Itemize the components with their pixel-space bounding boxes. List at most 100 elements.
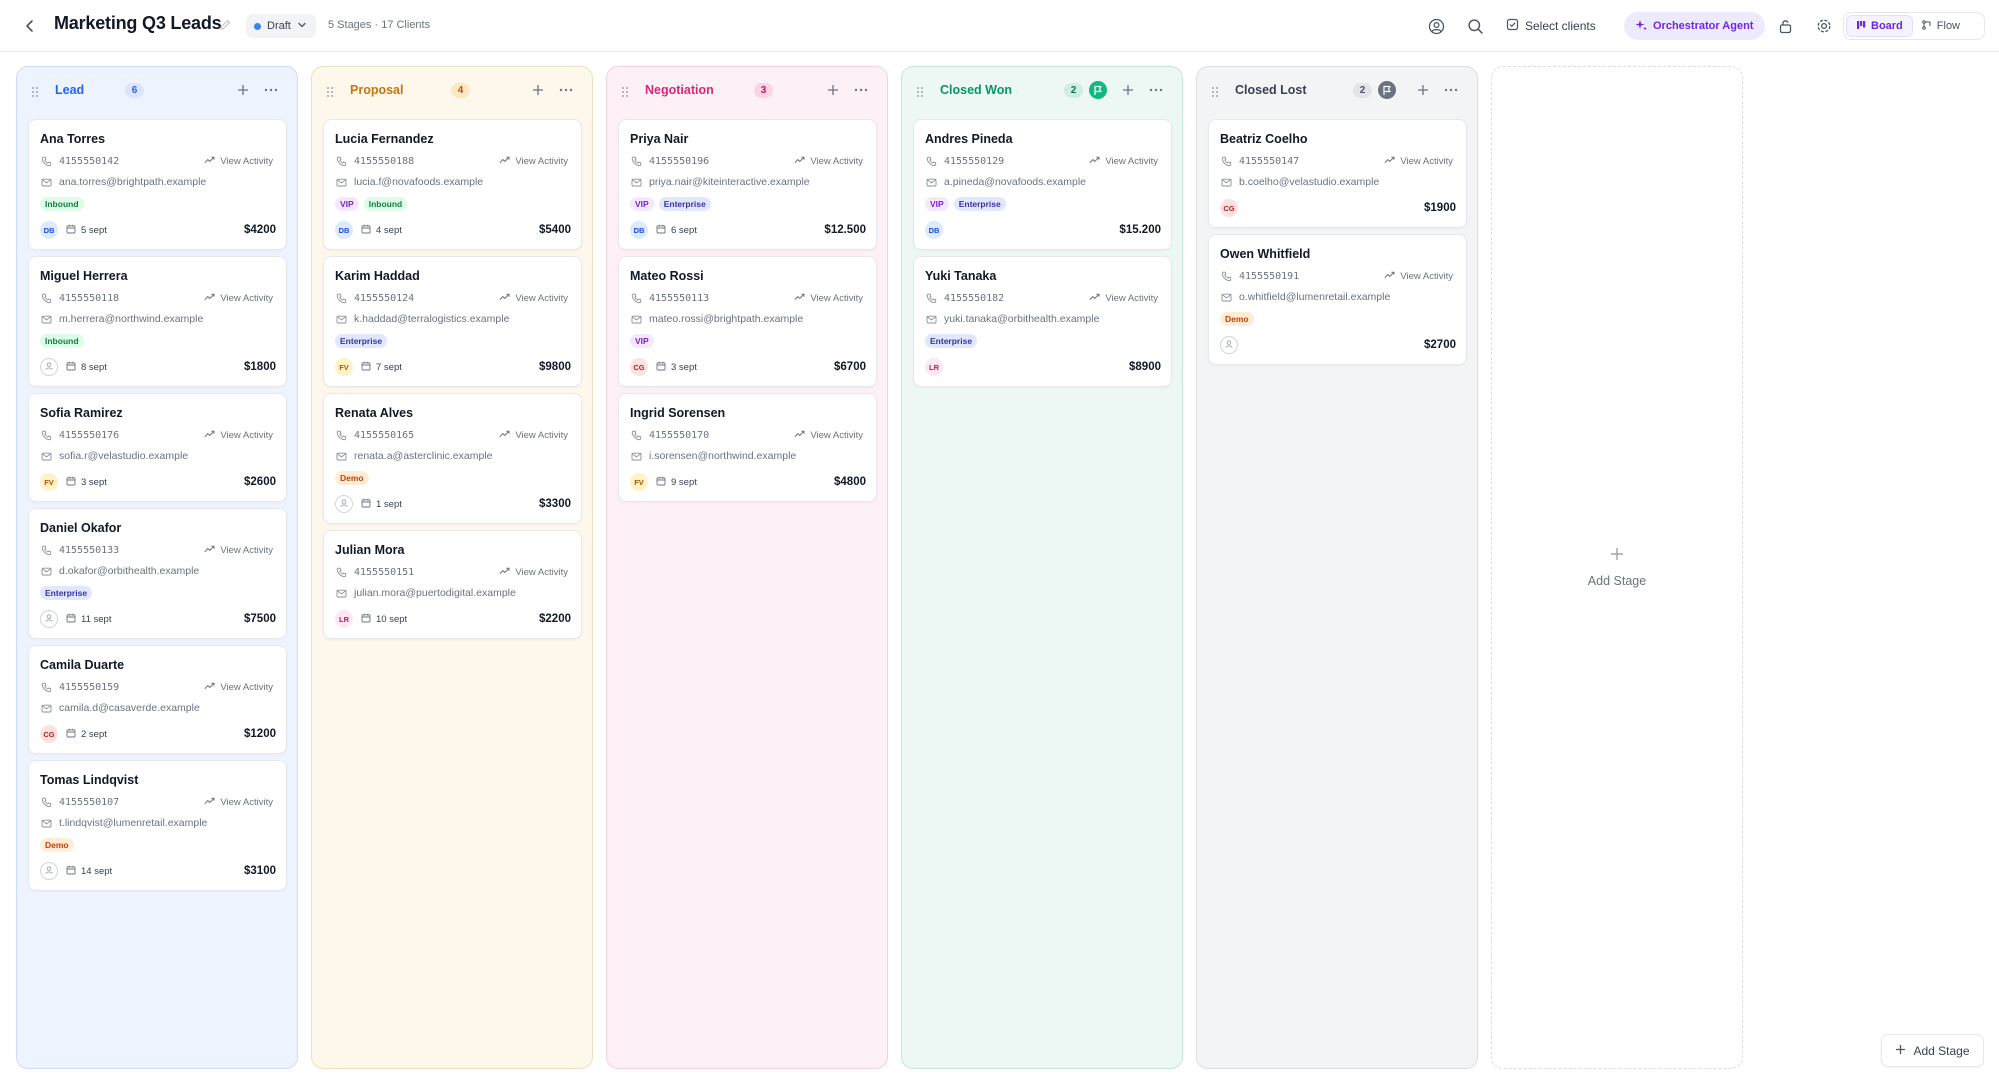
client-card[interactable]: Tomas Lindqvist 4155550107 View Activity t.… xyxy=(28,760,287,891)
stage-column-lead: Lead 6 Ana Torres 4155550142 View Activity an… xyxy=(16,66,298,1069)
owner-avatar[interactable]: DB xyxy=(925,221,943,239)
unassigned-avatar[interactable] xyxy=(40,358,58,376)
add-card-button[interactable] xyxy=(235,82,251,98)
view-activity-link[interactable]: View Activity xyxy=(1089,293,1161,304)
unassigned-avatar[interactable] xyxy=(40,862,58,880)
tag-demo: Demo xyxy=(40,838,74,852)
drag-handle-icon[interactable] xyxy=(916,85,926,97)
view-activity-link[interactable]: View Activity xyxy=(499,156,571,167)
view-activity-link[interactable]: View Activity xyxy=(204,293,276,304)
view-activity-link[interactable]: View Activity xyxy=(499,430,571,441)
deal-amount: $2600 xyxy=(244,476,276,488)
more-options-icon[interactable] xyxy=(1443,82,1459,98)
board-view-tab[interactable]: Board xyxy=(1846,15,1913,37)
unassigned-avatar[interactable] xyxy=(1220,336,1238,354)
owner-avatar[interactable]: DB xyxy=(630,221,648,239)
email-row: sofia.r@velastudio.example xyxy=(40,449,276,463)
view-activity-link[interactable]: View Activity xyxy=(1384,271,1456,282)
more-options-icon[interactable] xyxy=(853,82,869,98)
due-date-label: 8 sept xyxy=(81,361,107,373)
client-name: Ingrid Sorensen xyxy=(630,406,726,420)
client-card[interactable]: Camila Duarte 4155550159 View Activity cami… xyxy=(28,645,287,754)
mail-icon xyxy=(335,450,347,462)
orchestrator-agent-button[interactable]: Orchestrator Agent xyxy=(1624,12,1766,40)
client-card[interactable]: Renata Alves 4155550165 View Activity renat… xyxy=(323,393,582,524)
owner-avatar[interactable]: DB xyxy=(335,221,353,239)
owner-avatar[interactable]: LR xyxy=(925,358,943,376)
client-card[interactable]: Priya Nair 4155550196 View Activity priya.n… xyxy=(618,119,877,250)
client-email: b.coelho@velastudio.example xyxy=(1239,176,1380,188)
add-card-button[interactable] xyxy=(1120,82,1136,98)
add-card-button[interactable] xyxy=(825,82,841,98)
add-stage-column[interactable]: Add Stage xyxy=(1491,66,1743,1069)
owner-avatar[interactable]: CG xyxy=(630,358,648,376)
view-activity-label: View Activity xyxy=(1105,155,1158,167)
phone-row: 4155550107 View Activity xyxy=(40,795,276,809)
add-card-button[interactable] xyxy=(530,82,546,98)
unassigned-avatar[interactable] xyxy=(335,495,353,513)
search-icon[interactable] xyxy=(1464,15,1486,37)
add-card-button[interactable] xyxy=(1415,82,1431,98)
owner-avatar[interactable]: DB xyxy=(40,221,58,239)
tag-vip: VIP xyxy=(630,197,654,211)
client-card[interactable]: Lucia Fernandez 4155550188 View Activity lu… xyxy=(323,119,582,250)
gear-icon[interactable] xyxy=(1813,15,1835,37)
view-activity-link[interactable]: View Activity xyxy=(1384,156,1456,167)
more-options-icon[interactable] xyxy=(263,82,279,98)
back-arrow-icon[interactable] xyxy=(18,14,42,38)
client-card[interactable]: Beatriz Coelho 4155550147 View Activity b.c… xyxy=(1208,119,1467,228)
owner-avatar[interactable]: CG xyxy=(1220,199,1238,217)
view-activity-link[interactable]: View Activity xyxy=(204,545,276,556)
drag-handle-icon[interactable] xyxy=(326,85,336,97)
client-card[interactable]: Ingrid Sorensen 4155550170 View Activity i.… xyxy=(618,393,877,502)
owner-avatar[interactable]: LR xyxy=(335,610,353,628)
client-card[interactable]: Daniel Okafor 4155550133 View Activity d.ok… xyxy=(28,508,287,639)
client-email: t.lindqvist@lumenretail.example xyxy=(59,817,208,829)
owner-avatar[interactable]: FV xyxy=(40,473,58,491)
view-activity-link[interactable]: View Activity xyxy=(794,293,866,304)
view-activity-link[interactable]: View Activity xyxy=(204,797,276,808)
client-card[interactable]: Ana Torres 4155550142 View Activity ana.tor… xyxy=(28,119,287,250)
drag-handle-icon[interactable] xyxy=(31,85,41,97)
view-activity-link[interactable]: View Activity xyxy=(204,430,276,441)
lock-icon[interactable] xyxy=(1774,15,1796,37)
view-activity-label: View Activity xyxy=(220,292,273,304)
view-activity-link[interactable]: View Activity xyxy=(499,293,571,304)
drag-handle-icon[interactable] xyxy=(1211,85,1221,97)
view-activity-link[interactable]: View Activity xyxy=(204,156,276,167)
client-card[interactable]: Yuki Tanaka 4155550182 View Activity yuki.t… xyxy=(913,256,1172,387)
deal-amount: $2200 xyxy=(539,613,571,625)
client-card[interactable]: Sofia Ramirez 4155550176 View Activity sofi… xyxy=(28,393,287,502)
client-card[interactable]: Miguel Herrera 4155550118 View Activity m.h… xyxy=(28,256,287,387)
view-activity-link[interactable]: View Activity xyxy=(794,430,866,441)
client-card[interactable]: Karim Haddad 4155550124 View Activity k.had… xyxy=(323,256,582,387)
pencil-icon[interactable] xyxy=(218,18,234,34)
card-footer: LR 10 sept $2200 xyxy=(335,610,571,628)
client-card[interactable]: Owen Whitfield 4155550191 View Activity o.w… xyxy=(1208,234,1467,365)
view-activity-label: View Activity xyxy=(220,429,273,441)
client-card[interactable]: Andres Pineda 4155550129 View Activity a.pi… xyxy=(913,119,1172,250)
client-card[interactable]: Mateo Rossi 4155550113 View Activity mateo.… xyxy=(618,256,877,387)
drag-handle-icon[interactable] xyxy=(621,85,631,97)
owner-avatar[interactable]: FV xyxy=(630,473,648,491)
owner-avatar[interactable]: CG xyxy=(40,725,58,743)
view-activity-link[interactable]: View Activity xyxy=(204,682,276,693)
add-stage-button[interactable]: Add Stage xyxy=(1881,1034,1984,1067)
mail-icon xyxy=(40,817,52,829)
more-options-icon[interactable] xyxy=(558,82,574,98)
view-activity-link[interactable]: View Activity xyxy=(1089,156,1161,167)
unassigned-avatar[interactable] xyxy=(40,610,58,628)
view-activity-link[interactable]: View Activity xyxy=(794,156,866,167)
view-activity-link[interactable]: View Activity xyxy=(499,567,571,578)
owner-avatar[interactable]: FV xyxy=(335,358,353,376)
email-row: t.lindqvist@lumenretail.example xyxy=(40,816,276,830)
flow-view-tab[interactable]: Flow xyxy=(1913,15,1969,37)
status-dropdown[interactable]: Draft xyxy=(246,14,316,38)
tag-list: VIP Inbound xyxy=(335,197,571,211)
select-clients-button[interactable]: Select clients xyxy=(1506,14,1596,38)
user-circle-icon[interactable] xyxy=(1425,15,1447,37)
card-list: Andres Pineda 4155550129 View Activity a.pi… xyxy=(913,119,1172,393)
more-options-icon[interactable] xyxy=(1148,82,1164,98)
client-phone: 4155550182 xyxy=(944,292,1005,304)
client-card[interactable]: Julian Mora 4155550151 View Activity julian… xyxy=(323,530,582,639)
